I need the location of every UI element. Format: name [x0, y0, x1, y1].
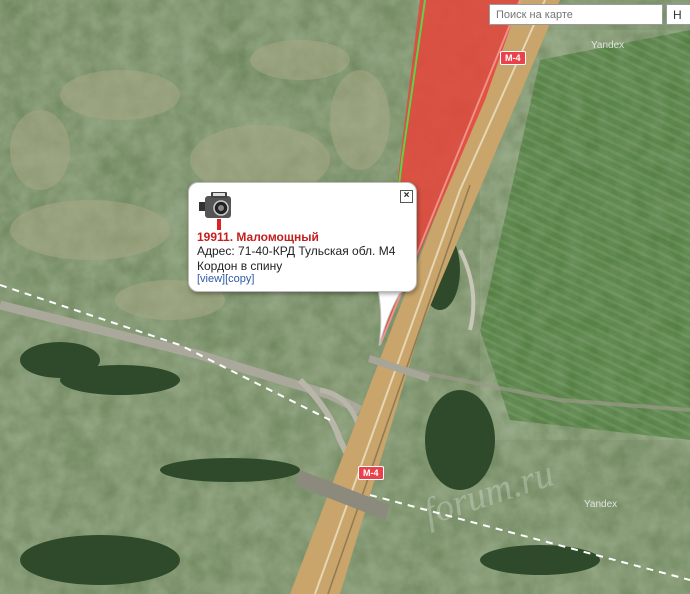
info-balloon: × 19911. Маломощный Адрес: 71-40-КРД Тул… — [188, 182, 417, 292]
view-link[interactable]: [view] — [197, 273, 225, 285]
balloon-tail — [377, 290, 403, 347]
balloon-links: [view][copy] — [197, 273, 254, 285]
road-badge-m4: M-4 — [358, 466, 384, 480]
camera-title: 19911. Маломощный — [197, 230, 319, 244]
road-badge-m4: M-4 — [500, 51, 526, 65]
copy-link[interactable]: [copy] — [225, 273, 254, 285]
search-field[interactable] — [489, 4, 663, 25]
search-input[interactable] — [496, 9, 656, 21]
camera-note: Кордон в спину — [197, 259, 283, 273]
yandex-label: Yandex — [591, 40, 625, 51]
yandex-label: Yandex — [584, 499, 618, 510]
camera-address: Адрес: 71-40-КРД Тульская обл. М4 — [197, 244, 396, 258]
speed-camera-icon — [199, 192, 231, 230]
search-button[interactable]: Н — [666, 4, 690, 25]
close-icon[interactable]: × — [400, 190, 413, 203]
